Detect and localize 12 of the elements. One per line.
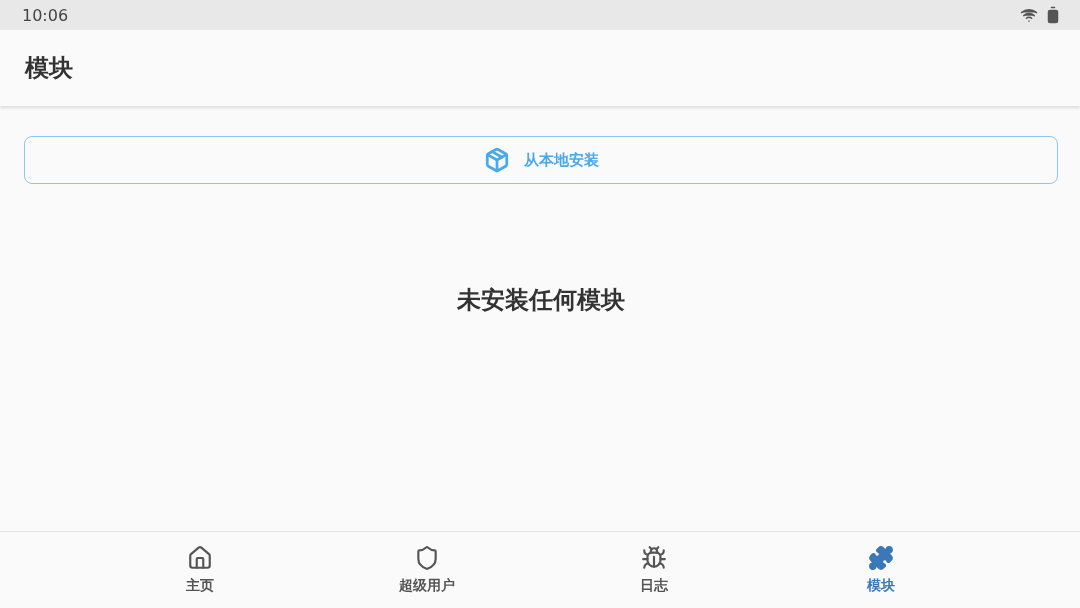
nav-tab[interactable]: 模块 xyxy=(767,532,994,608)
home-icon xyxy=(186,545,213,571)
page-title: 模块 xyxy=(25,53,73,84)
status-time: 10:06 xyxy=(22,5,69,25)
nav-tab[interactable]: 主页 xyxy=(86,532,313,608)
wifi-icon xyxy=(1020,6,1038,24)
bug-icon xyxy=(640,545,667,571)
nav-tab[interactable]: 超级用户 xyxy=(313,532,540,608)
puzzle-icon xyxy=(867,545,894,571)
empty-message: 未安装任何模块 xyxy=(456,285,626,316)
box-icon xyxy=(483,147,510,173)
nav-tab[interactable]: 日志 xyxy=(540,532,767,608)
